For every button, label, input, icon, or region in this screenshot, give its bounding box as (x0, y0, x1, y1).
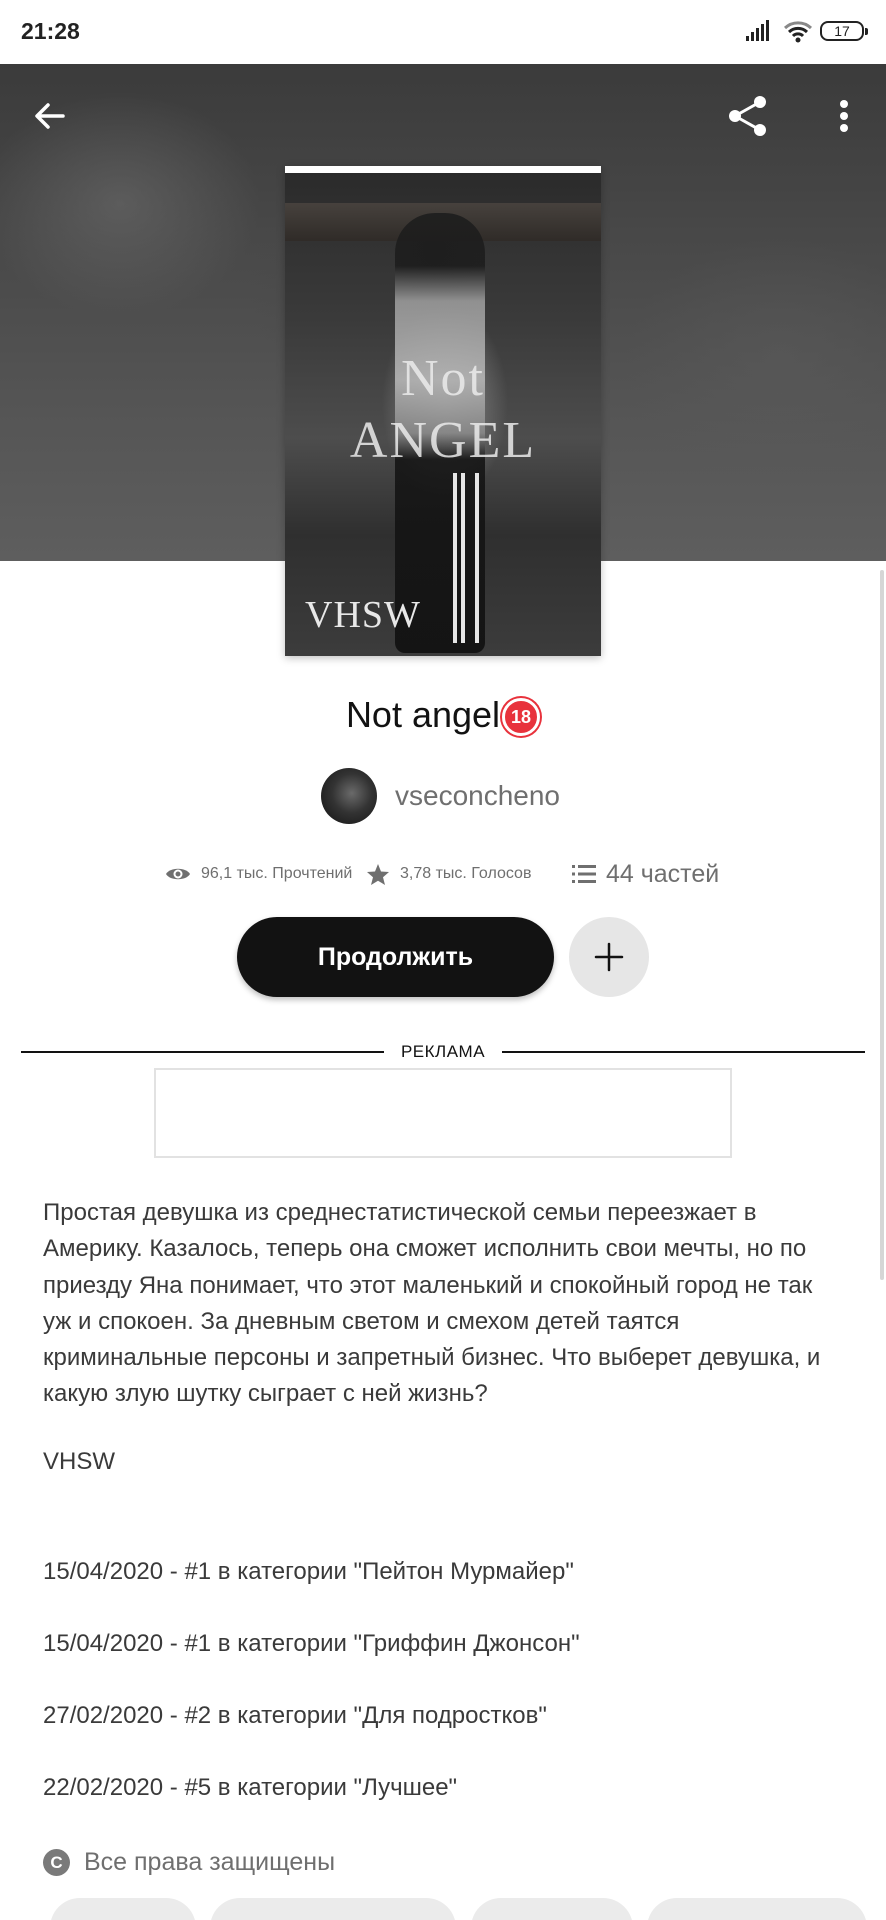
ad-divider-right (502, 1051, 865, 1053)
copyright-icon: C (43, 1848, 70, 1876)
tag-chip[interactable] (471, 1898, 633, 1920)
plus-icon (594, 942, 624, 972)
parts-stat[interactable]: 44 частей (572, 856, 719, 892)
signal-icon (746, 20, 769, 41)
tag-chip[interactable] (50, 1898, 196, 1920)
add-to-library-button[interactable] (569, 917, 649, 997)
age-18-badge-icon: 18 (502, 698, 541, 736)
ad-divider-left (21, 1051, 384, 1053)
cover-author-mark: VHSW (305, 594, 421, 636)
tag-chip[interactable] (210, 1898, 456, 1920)
more-vertical-icon (840, 100, 848, 132)
votes-count: 3,78 тыс. Голосов (400, 865, 532, 882)
cover-image: Not angel VHSW (285, 173, 601, 656)
copyright-label: Все права защищены (84, 1847, 336, 1876)
description-signature: VHSW (43, 1448, 115, 1475)
reads-count: 96,1 тыс. Прочтений (201, 865, 353, 882)
share-button[interactable] (720, 88, 776, 144)
scrollbar[interactable] (880, 570, 884, 1280)
wifi-icon (783, 21, 813, 43)
status-bar: 21:28 17 (0, 0, 886, 64)
star-icon (367, 863, 389, 885)
more-options-button[interactable] (816, 88, 872, 144)
share-icon (729, 96, 766, 136)
author-link[interactable]: vseconcheno (321, 768, 560, 824)
battery-indicator: 17 (820, 21, 868, 41)
ranking-item: 22/02/2020 - #5 в категории "Лучшее" (43, 1774, 458, 1801)
story-stats: 96,1 тыс. Прочтений 3,78 тыс. Голосов 44… (0, 856, 886, 892)
continue-reading-button[interactable]: Продолжить (237, 917, 554, 997)
tag-chip[interactable] (647, 1898, 867, 1920)
eye-icon (166, 868, 190, 880)
reads-stat: 96,1 тыс. Прочтений (165, 856, 352, 892)
ranking-item: 15/04/2020 - #1 в категории "Гриффин Джо… (43, 1630, 580, 1657)
copyright-notice: C Все права защищены (43, 1844, 335, 1880)
author-avatar[interactable] (321, 768, 377, 824)
arrow-left-icon (35, 103, 65, 129)
ranking-item: 15/04/2020 - #1 в категории "Пейтон Мурм… (43, 1558, 574, 1585)
story-description: Простая девушка из среднестатистической … (43, 1199, 821, 1408)
ranking-item: 27/02/2020 - #2 в категории "Для подрост… (43, 1702, 547, 1729)
status-time: 21:28 (21, 18, 80, 44)
book-cover[interactable]: Not angel VHSW (285, 166, 601, 656)
author-name[interactable]: vseconcheno (395, 780, 560, 812)
book-title-text: Not angel (345, 694, 501, 735)
back-button[interactable] (22, 88, 78, 144)
votes-stat: 3,78 тыс. Голосов (366, 856, 531, 892)
ad-label: РЕКЛАМА (400, 1042, 486, 1061)
parts-count[interactable]: 44 частей (606, 860, 719, 889)
cover-title: Not angel (349, 350, 537, 469)
list-icon (572, 865, 596, 883)
book-title: Not angel 18 (0, 694, 886, 736)
ad-banner[interactable] (154, 1068, 732, 1158)
